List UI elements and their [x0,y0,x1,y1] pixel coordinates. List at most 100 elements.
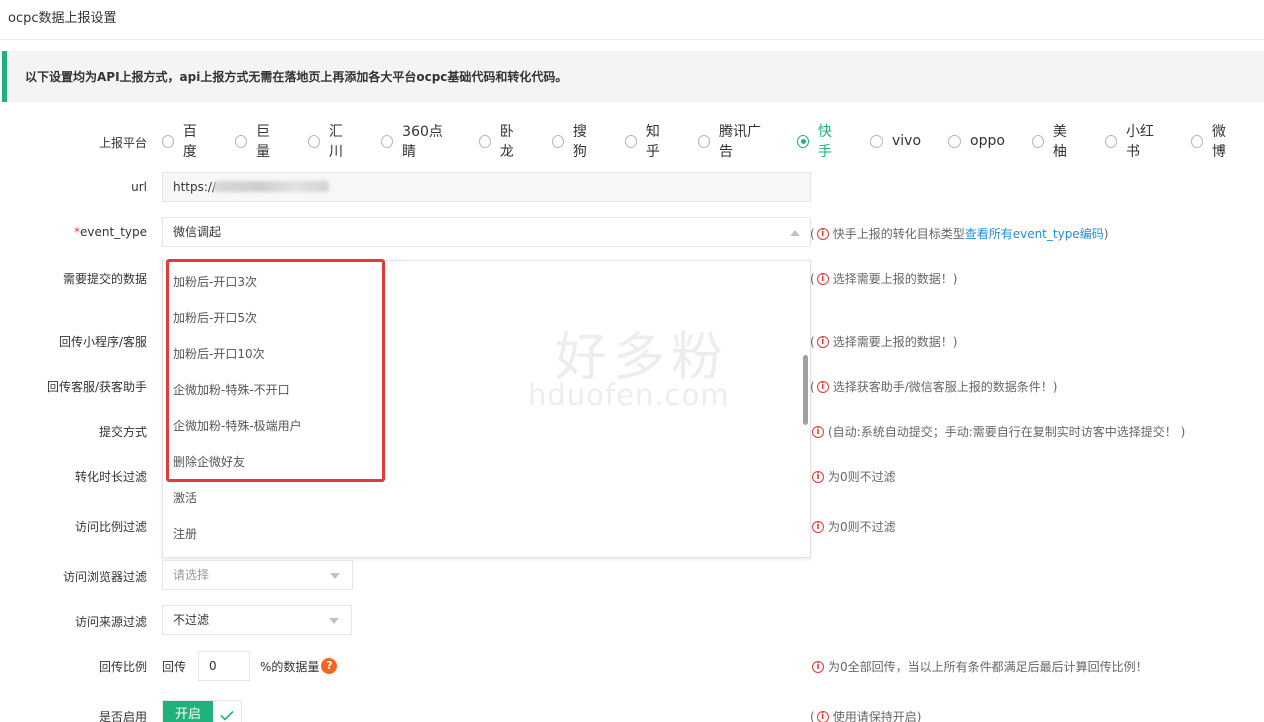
platform-radio-label: 巨量 [255,124,270,160]
platform-radio-label: 美柚 [1052,124,1067,160]
hint-paren-close: ) [952,334,958,349]
duration-filter-hint: i 为0则不过滤 [810,468,896,485]
browser-filter-label: 访问浏览器过滤 [62,570,147,584]
notice-banner: 以下设置均为API上报方式，api上报方式无需在落地页上再添加各大平台ocpc基… [2,51,1264,102]
platform-radio[interactable]: oppo [948,133,1005,149]
title-divider [0,39,1264,40]
platform-radio[interactable]: 卧龙 [478,121,525,161]
event-type-selected: 微信调起 [173,225,222,239]
hint-paren-close: ) [952,271,958,286]
platform-radio[interactable]: 小红书 [1104,121,1164,161]
platform-label: 上报平台 [98,136,147,150]
platform-radio[interactable]: vivo [869,133,921,149]
dropdown-scrollbar[interactable] [803,355,808,425]
platform-radio[interactable]: 百度 [162,121,208,161]
duration-filter-label: 转化时长过滤 [74,470,147,484]
callback-service-hint-text: 选择获客助手/微信客服上报的数据条件！ [832,380,1053,394]
radio-unchecked-icon [948,134,962,148]
platform-radio-label: 知乎 [645,124,660,160]
visit-ratio-filter-hint-text: 为0则不过滤 [828,520,896,534]
dropdown-option[interactable]: 注册 [173,525,197,542]
url-redacted [214,181,329,192]
source-filter-value: 不过滤 [173,613,210,627]
radio-unchecked-icon [1104,134,1117,148]
platform-radio-label: 百度 [182,124,197,160]
browser-filter-select[interactable]: 请选择 [162,560,353,590]
check-icon [213,701,241,722]
callback-miniapp-hint: (i 选择需要上报的数据！) [810,333,957,350]
platform-radio[interactable]: 快手 [796,121,843,161]
platform-radio-group: 百度 巨量 汇川 360点睛 卧龙 搜狗 知乎 腾讯广告 快手 vivo oppo 美柚 小红书 微博 [162,124,1264,160]
event-type-select[interactable]: 微信调起 [162,217,811,247]
callback-miniapp-hint-text: 选择需要上报的数据！ [832,335,953,349]
platform-radio[interactable]: 微博 [1190,121,1237,161]
event-type-hint-text: 快手上报的转化目标类型 [832,227,965,241]
submit-data-hint-text: 选择需要上报的数据！ [832,272,953,286]
radio-unchecked-icon [1031,134,1044,148]
callback-service-hint: (i 选择获客助手/微信客服上报的数据条件！) [810,378,1057,395]
callback-ratio-prefix: 回传 [162,659,187,674]
callback-ratio-hint: i 为0全部回传，当以上所有条件都满足后最后计算回传比例！ [810,658,1148,675]
info-icon: i [816,335,829,348]
submit-data-label: 需要提交的数据 [62,272,147,286]
submit-method-hint: i (自动:系统自动提交；手动:需要自行在复制实时访客中选择提交！ ) [810,423,1185,440]
platform-radio-label: 快手 [817,124,832,160]
hint-paren-open: ( [810,226,815,241]
watermark-en: hduofen.com [528,378,730,412]
radio-unchecked-icon [162,134,174,148]
enabled-switch[interactable]: 开启 [162,700,242,722]
info-icon: i [812,520,824,533]
enabled-hint-text: 使用请保持开启 [832,710,917,722]
platform-radio-label: 微博 [1211,124,1226,160]
radio-unchecked-icon [235,134,247,148]
callback-ratio-label: 回传比例 [98,660,147,674]
hint-paren-close: ) [1103,226,1109,241]
enabled-hint: (i 使用请保持开启) [810,708,921,722]
hint-paren-open: ( [810,709,815,722]
browser-filter-placeholder: 请选择 [173,568,210,582]
info-icon: i [816,227,829,240]
callback-miniapp-label: 回传小程序/客服 [58,335,147,349]
radio-unchecked-icon [478,134,491,148]
submit-method-hint-text: (自动:系统自动提交；手动:需要自行在复制实时访客中选择提交！ ) [828,425,1186,439]
radio-unchecked-icon [1190,134,1203,148]
event-type-label-text: event_type [80,225,147,239]
info-icon: i [816,380,829,393]
platform-radio[interactable]: 汇川 [308,121,354,161]
submit-data-hint: (i 选择需要上报的数据！) [810,270,957,287]
platform-radio[interactable]: 360点睛 [381,121,452,161]
submit-method-label: 提交方式 [98,425,147,439]
platform-radio[interactable]: 搜狗 [551,121,598,161]
radio-unchecked-icon [551,134,564,148]
callback-service-label: 回传客服/获客助手 [46,380,147,394]
dropdown-option[interactable]: 激活 [173,489,197,506]
event-type-codes-link[interactable]: 查看所有event_type编码 [965,225,1104,242]
event-type-hint: (i 快手上报的转化目标类型 查看所有event_type编码) [810,225,1108,242]
visit-ratio-filter-hint: i 为0则不过滤 [810,518,896,535]
visit-ratio-filter-label: 访问比例过滤 [74,520,147,534]
duration-filter-hint-text: 为0则不过滤 [828,470,896,484]
radio-unchecked-icon [698,134,711,148]
platform-radio[interactable]: 腾讯广告 [698,121,770,161]
event-type-label: *event_type [74,225,147,239]
platform-radio[interactable]: 巨量 [235,121,281,161]
platform-radio-label: oppo [970,133,1005,149]
platform-radio-label: 腾讯广告 [719,124,762,160]
platform-radio-label: 汇川 [329,124,344,160]
platform-radio[interactable]: 知乎 [625,121,671,161]
callback-ratio-row: 回传 0 %的数据量 ? [162,651,338,681]
callback-ratio-suffix: %的数据量 [260,659,320,674]
highlight-annotation-box [166,259,385,482]
platform-radio[interactable]: 美柚 [1031,121,1078,161]
callback-ratio-hint-text: 为0全部回传，当以上所有条件都满足后最后计算回传比例！ [828,660,1148,674]
info-icon: i [812,660,824,673]
info-icon: i [816,710,829,722]
platform-radio-label: 小红书 [1125,124,1154,160]
notice-text: 以下设置均为API上报方式，api上报方式无需在落地页上再添加各大平台ocpc基… [25,70,568,84]
radio-unchecked-icon [308,134,321,148]
callback-ratio-input[interactable]: 0 [198,651,251,681]
source-filter-select[interactable]: 不过滤 [162,605,352,635]
caret-down-icon [330,573,340,579]
question-icon[interactable]: ? [321,658,338,674]
platform-radio-label: 卧龙 [499,124,514,160]
